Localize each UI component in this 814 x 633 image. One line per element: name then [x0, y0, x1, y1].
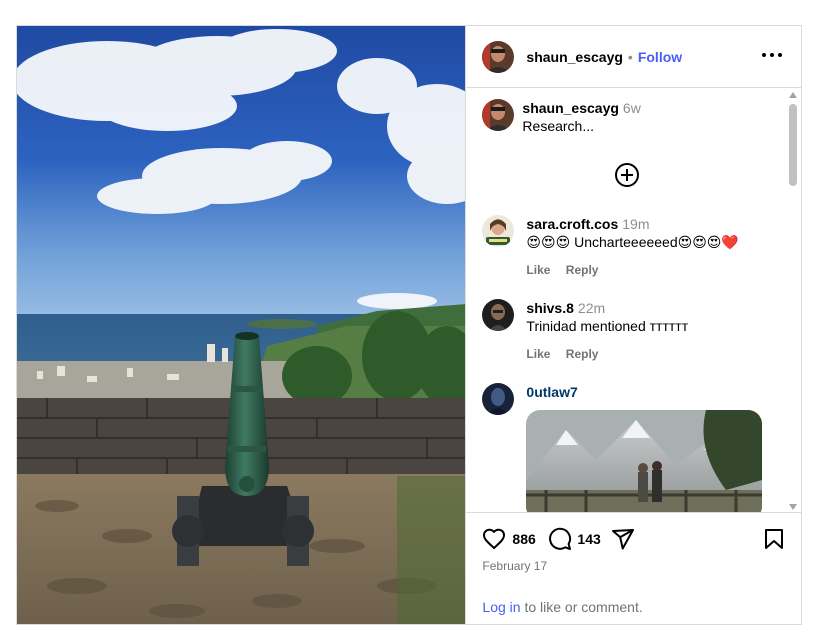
- scrollbar-thumb[interactable]: [789, 104, 798, 186]
- like-count[interactable]: 886: [512, 531, 535, 547]
- commenter-avatar[interactable]: [482, 215, 515, 247]
- comment-like-button[interactable]: Like: [526, 347, 550, 361]
- scroll-up-arrow-icon[interactable]: [789, 92, 798, 98]
- comment-time: 22m: [577, 300, 606, 316]
- comments-list[interactable]: shaun_escayg 6w Research... sara.croft.c…: [466, 88, 801, 512]
- comment-reply-button[interactable]: Reply: [566, 347, 599, 361]
- commenter-username[interactable]: 0utlaw7: [526, 384, 577, 400]
- comment-like-button[interactable]: Like: [526, 263, 550, 277]
- author-username[interactable]: shaun_escayg: [526, 49, 623, 65]
- post-modal: shaun_escayg • Follow shaun_escayg 6w Re…: [16, 25, 802, 625]
- action-bar: 886 143 February 17 Log in to like or co…: [466, 512, 802, 624]
- comment-text: 😍😍😍 Unchartееееeed😍😍😍❤️: [526, 234, 739, 250]
- more-icon[interactable]: [762, 45, 783, 65]
- post-side-panel: shaun_escayg • Follow shaun_escayg 6w Re…: [465, 26, 802, 624]
- login-prompt: Log in to like or comment.: [482, 599, 642, 615]
- follow-button[interactable]: Follow: [638, 49, 682, 65]
- comment-attached-image[interactable]: [526, 410, 763, 512]
- login-prompt-text: to like or comment.: [520, 599, 643, 615]
- comment-text: Trinidad mentioned ᴛᴛᴛᴛᴛᴛ: [526, 318, 689, 334]
- post-caption: shaun_escayg 6w Research...: [482, 99, 641, 135]
- post-date: February 17: [482, 559, 548, 573]
- login-link[interactable]: Log in: [482, 599, 520, 615]
- caption-text: Research...: [522, 118, 595, 134]
- post-photo[interactable]: [17, 26, 466, 624]
- comments-scrollbar[interactable]: [788, 92, 798, 510]
- caption-time: 6w: [622, 100, 641, 116]
- comment-icon[interactable]: [548, 527, 572, 551]
- separator-dot: •: [627, 48, 633, 65]
- commenter-avatar[interactable]: [482, 299, 515, 331]
- caption-author-avatar[interactable]: [482, 99, 515, 131]
- heart-icon[interactable]: [482, 527, 506, 551]
- comment-count[interactable]: 143: [577, 531, 600, 547]
- bookmark-icon[interactable]: [762, 527, 786, 551]
- commenter-avatar[interactable]: [482, 383, 515, 415]
- comment-time: 19m: [622, 216, 650, 232]
- caption-username[interactable]: shaun_escayg: [522, 100, 619, 116]
- post-header: shaun_escayg • Follow: [466, 26, 802, 88]
- scroll-down-arrow-icon[interactable]: [789, 504, 798, 510]
- author-avatar[interactable]: [482, 40, 515, 73]
- commenter-username[interactable]: sara.croft.cos: [526, 216, 618, 232]
- cannon-landscape-image: [17, 26, 466, 624]
- comment-reply-button[interactable]: Reply: [566, 263, 599, 277]
- add-circle-icon[interactable]: [614, 162, 640, 188]
- share-icon[interactable]: [611, 527, 635, 551]
- commenter-username[interactable]: shivs.8: [526, 300, 573, 316]
- comment-item: shivs.8 22m Trinidad mentioned ᴛᴛᴛᴛᴛᴛ Lik…: [482, 299, 688, 363]
- comment-item: sara.croft.cos 19m 😍😍😍 Unchartееееeed😍😍😍❤…: [482, 215, 739, 279]
